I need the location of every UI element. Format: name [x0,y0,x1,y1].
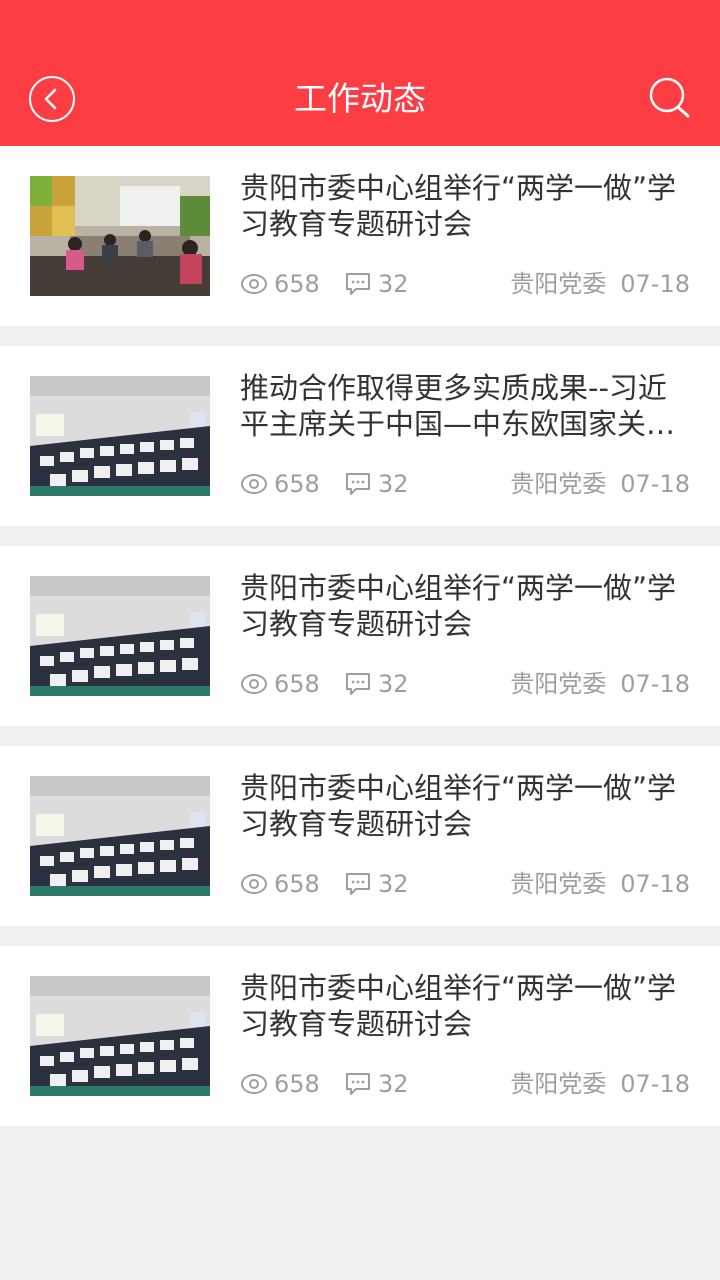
article-date: 07-18 [620,1070,690,1098]
search-button[interactable] [646,74,694,122]
eye-icon [241,674,267,694]
article-date: 07-18 [620,670,690,698]
article-title: 贵阳市委中心组举行“两学一做”学习教育专题研讨会 [240,971,677,1041]
eye-icon [241,1074,267,1094]
app-header: 工作动态 [0,0,720,146]
comment-icon [346,473,370,495]
comment-count-value: 32 [378,470,409,498]
comment-icon [346,1073,370,1095]
view-count: 658 [240,1066,320,1102]
article-meta: 658 32 贵阳党委 07-18 [240,666,690,702]
comment-count: 32 [344,466,409,502]
comment-count-value: 32 [378,670,409,698]
article-thumbnail [30,576,210,696]
article-title: 贵阳市委中心组举行“两学一做”学习教育专题研讨会 [240,171,677,241]
article-source: 贵阳党委 [510,470,607,498]
article-title: 贵阳市委中心组举行“两学一做”学习教育专题研讨会 [240,771,677,841]
view-count: 658 [240,666,320,702]
article-item[interactable]: 贵阳市委中心组举行“两学一做”学习教育专题研讨会 658 32 贵阳党委 07-1… [0,946,720,1126]
page-title: 工作动态 [294,79,426,118]
comment-icon [346,873,370,895]
comment-count: 32 [344,866,409,902]
article-source: 贵阳党委 [510,870,607,898]
view-count-value: 658 [274,1070,320,1098]
eye-icon [241,274,267,294]
comment-count: 32 [344,1066,409,1102]
article-thumbnail [30,976,210,1096]
view-count: 658 [240,266,320,302]
view-count: 658 [240,466,320,502]
view-count-value: 658 [274,670,320,698]
article-item[interactable]: 贵阳市委中心组举行“两学一做”学习教育专题研讨会 658 32 贵阳党委 07-1… [0,546,720,726]
comment-count: 32 [344,666,409,702]
article-date: 07-18 [620,270,690,298]
article-thumbnail [30,176,210,296]
eye-icon [241,474,267,494]
comment-count-value: 32 [378,1070,409,1098]
comment-count: 32 [344,266,409,302]
article-item[interactable]: 贵阳市委中心组举行“两学一做”学习教育专题研讨会 658 32 贵阳党委 07-1… [0,746,720,926]
comment-icon [346,673,370,695]
article-meta: 658 32 贵阳党委 07-18 [240,266,690,302]
view-count-value: 658 [274,870,320,898]
article-source: 贵阳党委 [510,270,607,298]
article-thumbnail [30,376,210,496]
article-title: 推动合作取得更多实质成果--习近平主席关于中国—中东欧国家关系的论述 [240,371,676,441]
article-title: 贵阳市委中心组举行“两学一做”学习教育专题研讨会 [240,571,677,641]
article-source: 贵阳党委 [510,670,607,698]
article-item[interactable]: 贵阳市委中心组举行“两学一做”学习教育专题研讨会 658 32 贵阳党委 07-1… [0,146,720,326]
article-date: 07-18 [620,470,690,498]
view-count: 658 [240,866,320,902]
article-item[interactable]: 推动合作取得更多实质成果--习近平主席关于中国—中东欧国家关系的论述 658 3… [0,346,720,526]
article-meta: 658 32 贵阳党委 07-18 [240,466,690,502]
search-icon [649,77,690,118]
article-meta: 658 32 贵阳党委 07-18 [240,866,690,902]
view-count-value: 658 [274,270,320,298]
comment-count-value: 32 [378,270,409,298]
article-meta: 658 32 贵阳党委 07-18 [240,1066,690,1102]
article-date: 07-18 [620,870,690,898]
view-count-value: 658 [274,470,320,498]
comment-count-value: 32 [378,870,409,898]
eye-icon [241,874,267,894]
comment-icon [346,273,370,295]
article-thumbnail [30,776,210,896]
article-source: 贵阳党委 [510,1070,607,1098]
